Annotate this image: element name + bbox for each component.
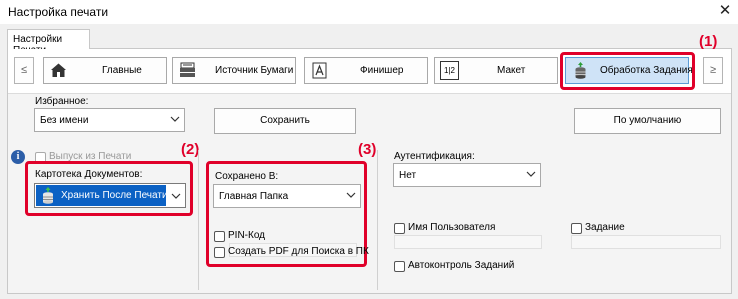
nav-finisher-label: Финишер bbox=[360, 65, 404, 76]
tab-print-settings[interactable]: Настройки Печати bbox=[7, 29, 90, 56]
title-bar bbox=[0, 0, 738, 24]
default-button[interactable]: По умолчанию bbox=[574, 108, 721, 134]
nav-next-button[interactable]: ≥ bbox=[703, 57, 723, 84]
job-audit-label: Автоконтроль Заданий bbox=[408, 260, 515, 271]
save-button[interactable]: Сохранить bbox=[214, 108, 356, 134]
pin-label: PIN-Код bbox=[228, 230, 266, 241]
chevron-down-icon bbox=[170, 116, 180, 122]
store-after-print-icon bbox=[43, 187, 53, 204]
stored-to-select[interactable]: Главная Папка bbox=[213, 184, 361, 208]
nav-prev-button[interactable]: ≤ bbox=[14, 57, 34, 84]
pin-checkbox[interactable] bbox=[214, 231, 225, 242]
authentication-label: Аутентификация: bbox=[394, 151, 475, 162]
nav-main-label: Главные bbox=[102, 65, 142, 76]
nav-layout-label: Макет bbox=[497, 65, 526, 76]
job-checkbox[interactable] bbox=[571, 223, 582, 234]
favorites-select[interactable]: Без имени bbox=[34, 108, 185, 132]
callout-1: (1) bbox=[699, 33, 718, 50]
document-filing-select[interactable]: Хранить После Печати bbox=[34, 183, 186, 208]
callout-2: (2) bbox=[181, 141, 200, 158]
create-pdf-checkbox[interactable] bbox=[214, 247, 225, 258]
authentication-select[interactable]: Нет bbox=[393, 163, 541, 187]
user-name-checkbox[interactable] bbox=[394, 223, 405, 234]
nav-main-button[interactable]: Главные bbox=[43, 57, 167, 84]
user-name-label: Имя Пользователя bbox=[408, 222, 496, 233]
favorites-label: Избранное: bbox=[35, 96, 89, 107]
nav-finisher-button[interactable]: Финишер bbox=[304, 57, 428, 84]
stored-to-label: Сохранено В: bbox=[215, 171, 279, 182]
document-filing-label: Картотека Документов: bbox=[35, 169, 143, 180]
job-label: Задание bbox=[585, 222, 625, 233]
job-audit-checkbox[interactable] bbox=[394, 261, 405, 272]
nav-layout-button[interactable]: 1|2 Макет bbox=[434, 57, 558, 84]
nav-paper-source-button[interactable]: Источник Бумаги bbox=[172, 57, 296, 84]
close-button[interactable]: ✕ bbox=[716, 2, 734, 20]
home-icon bbox=[51, 63, 66, 77]
document-filing-value: Хранить После Печати bbox=[61, 190, 168, 201]
create-pdf-label: Создать PDF для Поиска в ПК bbox=[228, 246, 369, 257]
callout-3: (3) bbox=[358, 141, 377, 158]
nav-paper-source-label: Источник Бумаги bbox=[215, 65, 294, 76]
paper-tray-icon bbox=[180, 62, 195, 77]
chevron-down-icon bbox=[171, 193, 181, 199]
window-title: Настройка печати bbox=[8, 5, 109, 19]
finisher-icon bbox=[312, 62, 327, 79]
separator-2 bbox=[377, 150, 378, 290]
stored-to-value: Главная Папка bbox=[219, 191, 289, 202]
chevron-down-icon bbox=[526, 171, 536, 177]
user-name-field[interactable] bbox=[394, 235, 542, 249]
info-icon: i bbox=[11, 150, 25, 164]
authentication-value: Нет bbox=[399, 170, 417, 181]
chevron-down-icon bbox=[346, 192, 356, 198]
layout-icon: 1|2 bbox=[440, 61, 459, 80]
separator-1 bbox=[198, 150, 199, 290]
favorites-value: Без имени bbox=[40, 115, 89, 126]
highlight-box-1 bbox=[560, 52, 695, 90]
job-field[interactable] bbox=[571, 235, 721, 249]
